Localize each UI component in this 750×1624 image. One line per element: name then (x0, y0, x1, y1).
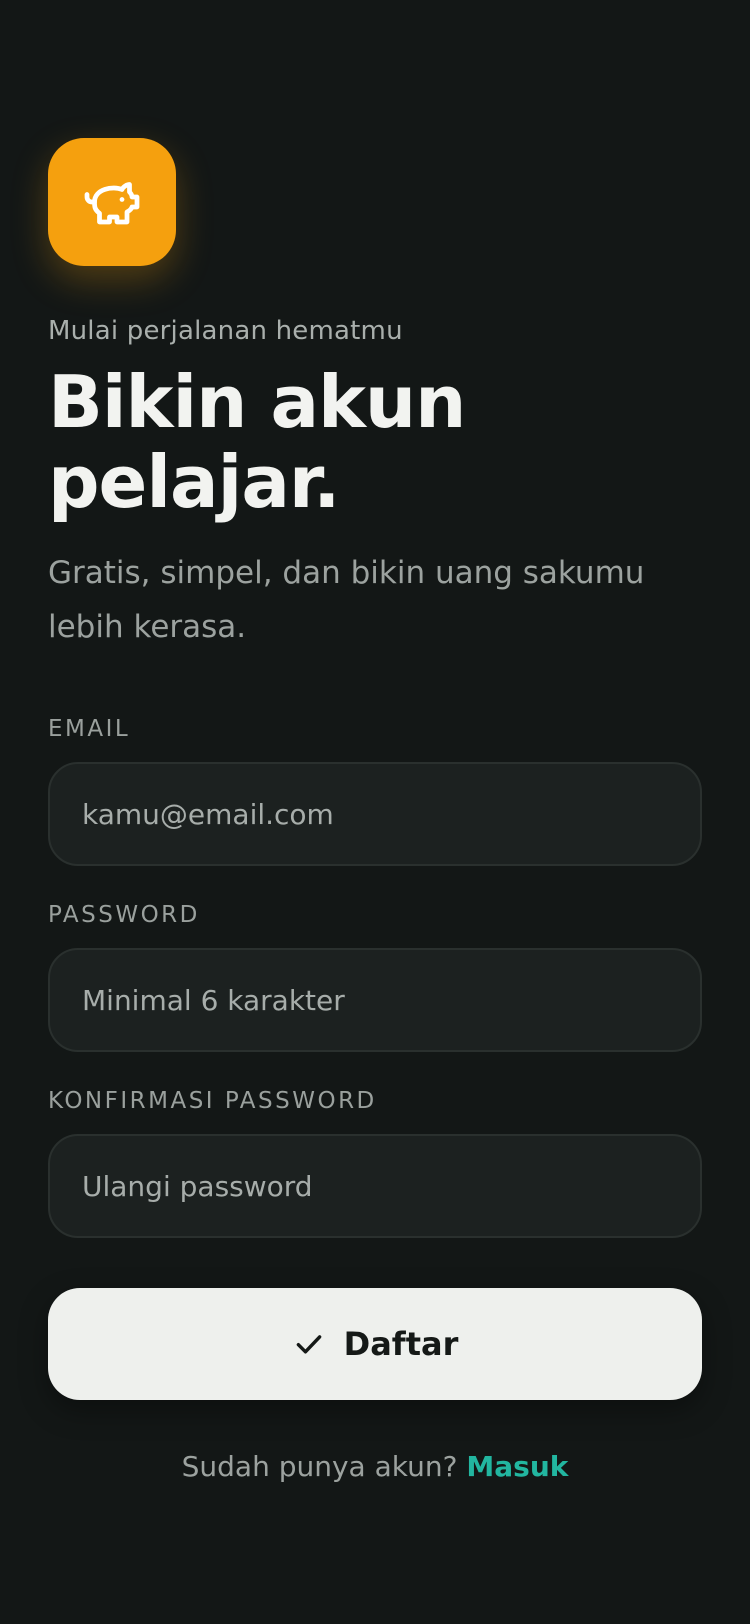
email-input[interactable] (82, 797, 668, 831)
register-screen: Mulai perjalanan hematmu Bikin akun pela… (0, 0, 750, 1624)
piggy-bank-icon (84, 182, 140, 225)
login-prompt-text: Sudah punya akun? (181, 1450, 458, 1483)
eyebrow-text: Mulai perjalanan hematmu (48, 316, 403, 346)
email-label: EMAIL (48, 716, 131, 742)
password-field-container (48, 948, 702, 1052)
confirm-password-input[interactable] (82, 1169, 668, 1203)
login-link[interactable]: Masuk (466, 1450, 568, 1483)
page-title: Bikin akun pelajar. (48, 362, 608, 522)
login-prompt-row: Sudah punya akun? Masuk (0, 1450, 750, 1483)
register-button[interactable]: Daftar (48, 1288, 702, 1400)
page-title-line-1: Bikin akun (48, 360, 466, 444)
register-button-label: Daftar (343, 1325, 459, 1363)
page-title-line-2: pelajar. (48, 440, 340, 524)
page-subtitle: Gratis, simpel, dan bikin uang sakumu le… (48, 555, 645, 645)
password-label: PASSWORD (48, 902, 200, 928)
check-icon (296, 1335, 321, 1354)
confirm-password-field-container (48, 1134, 702, 1238)
password-input[interactable] (82, 983, 668, 1017)
app-logo (48, 138, 176, 266)
confirm-password-label: KONFIRMASI PASSWORD (48, 1088, 377, 1114)
email-field-container (48, 762, 702, 866)
